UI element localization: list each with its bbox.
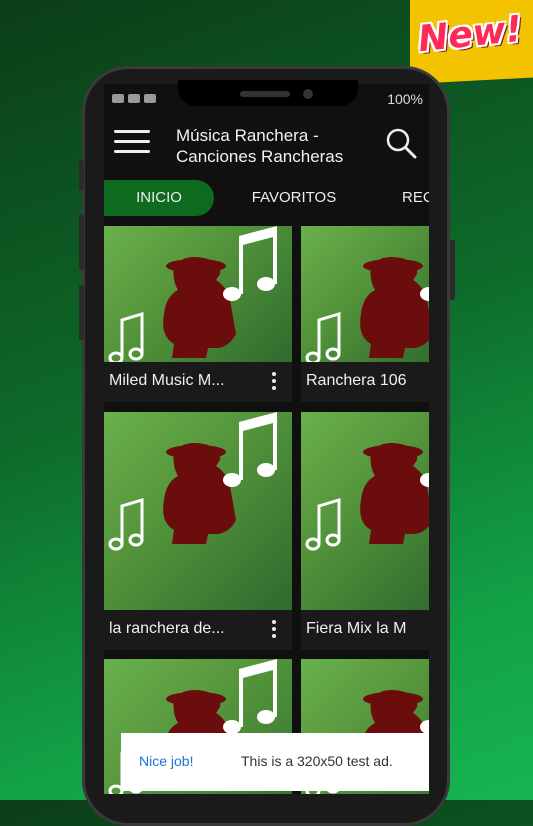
ad-text: This is a 320x50 test ad. bbox=[241, 753, 393, 769]
battery-indicator: 100% bbox=[387, 91, 423, 107]
tab-recent[interactable]: REC bbox=[402, 180, 429, 216]
hamburger-menu-icon[interactable] bbox=[114, 130, 150, 154]
music-note-icon bbox=[223, 659, 277, 734]
phone-side-button bbox=[79, 215, 84, 270]
title-line-2: Canciones Rancheras bbox=[176, 147, 344, 166]
test-ad-banner[interactable]: Nice job! This is a 320x50 test ad. bbox=[121, 733, 429, 791]
phone-camera bbox=[303, 89, 313, 99]
tab-favoritos[interactable]: FAVORITOS bbox=[234, 180, 354, 216]
station-artwork bbox=[301, 412, 429, 610]
station-card[interactable]: la ranchera de... bbox=[104, 412, 292, 650]
music-note-icon bbox=[223, 412, 277, 487]
station-name: Miled Music M... bbox=[109, 372, 225, 389]
station-label-bar: Fiera Mix la M... bbox=[301, 610, 429, 650]
station-name: la ranchera de... bbox=[109, 620, 225, 637]
more-vert-icon[interactable] bbox=[272, 620, 276, 640]
station-name: Ranchera 106.5 bbox=[306, 372, 406, 389]
phone-side-button bbox=[79, 285, 84, 340]
phone-power-button bbox=[450, 240, 455, 300]
station-name: Fiera Mix la M... bbox=[306, 620, 406, 637]
station-artwork bbox=[301, 226, 429, 362]
station-card[interactable]: Fiera Mix la M... bbox=[301, 412, 429, 650]
phone-speaker bbox=[240, 91, 290, 97]
music-note-icon bbox=[108, 497, 144, 551]
youtube-icon bbox=[144, 94, 156, 103]
search-icon[interactable] bbox=[384, 126, 418, 160]
notification-icons bbox=[112, 94, 156, 103]
music-note-icon bbox=[108, 311, 144, 362]
ad-nice-job: Nice job! bbox=[139, 753, 194, 769]
station-artwork bbox=[104, 226, 292, 362]
page-title: Música Ranchera - Canciones Rancheras bbox=[176, 125, 376, 167]
phone-side-button bbox=[79, 160, 84, 190]
station-label-bar: Ranchera 106.5 bbox=[301, 362, 429, 402]
music-note-icon bbox=[305, 497, 341, 551]
station-artwork bbox=[104, 412, 292, 610]
app-screen: 100% Música Ranchera - Canciones Rancher… bbox=[104, 84, 429, 794]
music-note-icon bbox=[305, 311, 341, 362]
app-bar: Música Ranchera - Canciones Rancheras bbox=[104, 112, 429, 174]
station-label-bar: la ranchera de... bbox=[104, 610, 292, 650]
youtube-icon bbox=[128, 94, 140, 103]
title-line-1: Música Ranchera - bbox=[176, 126, 319, 145]
tab-inicio[interactable]: INICIO bbox=[104, 180, 214, 216]
image-icon bbox=[112, 94, 124, 103]
more-vert-icon[interactable] bbox=[272, 372, 276, 392]
station-label-bar: Miled Music M... bbox=[104, 362, 292, 402]
station-card[interactable]: Ranchera 106.5 bbox=[301, 226, 429, 402]
tab-bar: INICIO FAVORITOS REC bbox=[104, 180, 429, 218]
music-note-icon bbox=[223, 226, 277, 301]
station-card[interactable]: Miled Music M... bbox=[104, 226, 292, 402]
